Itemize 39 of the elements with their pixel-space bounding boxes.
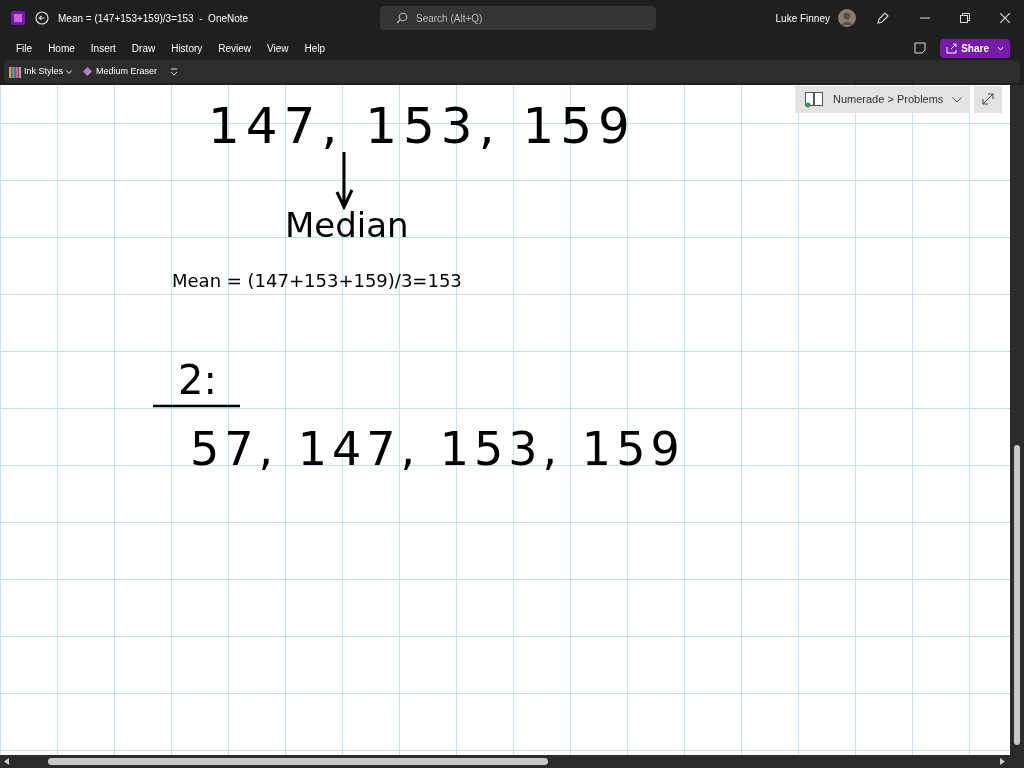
avatar[interactable]	[838, 9, 856, 27]
menu-tab[interactable]: Insert	[82, 36, 124, 60]
close-icon[interactable]	[1000, 13, 1010, 23]
share-icon	[946, 42, 958, 54]
menu-tab[interactable]: File	[8, 36, 41, 60]
search-icon	[396, 12, 408, 24]
pen-icon[interactable]	[876, 11, 890, 25]
overflow-icon[interactable]	[170, 67, 179, 76]
handwritten-numbers: 57, 147, 153, 159	[190, 421, 685, 478]
typed-note: Mean = (147+153+159)/3=153	[172, 269, 462, 293]
app-icon	[11, 11, 25, 25]
scrollbar[interactable]	[1010, 85, 1024, 755]
window-title: Mean = (147+153+159)/3=153 - OneNote	[58, 11, 249, 26]
menu-tab[interactable]: History	[163, 36, 211, 60]
chevron-down-icon	[952, 96, 962, 103]
eraser-button[interactable]: Medium Eraser	[77, 64, 163, 79]
notebook-breadcrumb[interactable]: Numerade > Problems	[795, 86, 970, 113]
ink-styles-button[interactable]: Ink Styles	[4, 64, 77, 79]
handwritten-label: Median	[285, 204, 409, 247]
restore-icon[interactable]	[960, 13, 970, 23]
caret-icon	[997, 45, 1004, 51]
menu-tab[interactable]: Draw	[123, 36, 164, 60]
menu-tab[interactable]: Review	[210, 36, 260, 60]
handwritten-numbers: 147, 153, 159	[208, 96, 636, 157]
notebook-icon	[805, 91, 823, 108]
eraser-icon	[82, 66, 93, 77]
caret-icon	[66, 69, 72, 74]
pens-icon	[9, 65, 21, 78]
menu-tab[interactable]: Help	[296, 36, 334, 60]
arrow-drawing	[335, 150, 355, 210]
menu-tab[interactable]: View	[259, 36, 297, 60]
menu-tab[interactable]: Home	[40, 36, 83, 60]
page-icon[interactable]	[914, 42, 927, 54]
back-icon[interactable]	[35, 11, 49, 25]
scrollbar[interactable]	[0, 755, 1024, 768]
user-name: Luke Finney	[775, 11, 830, 26]
search-field[interactable]: Search (Alt+Q)	[380, 6, 656, 30]
share-button[interactable]: Share	[940, 38, 1010, 58]
handwritten-heading: 2:	[178, 356, 217, 405]
